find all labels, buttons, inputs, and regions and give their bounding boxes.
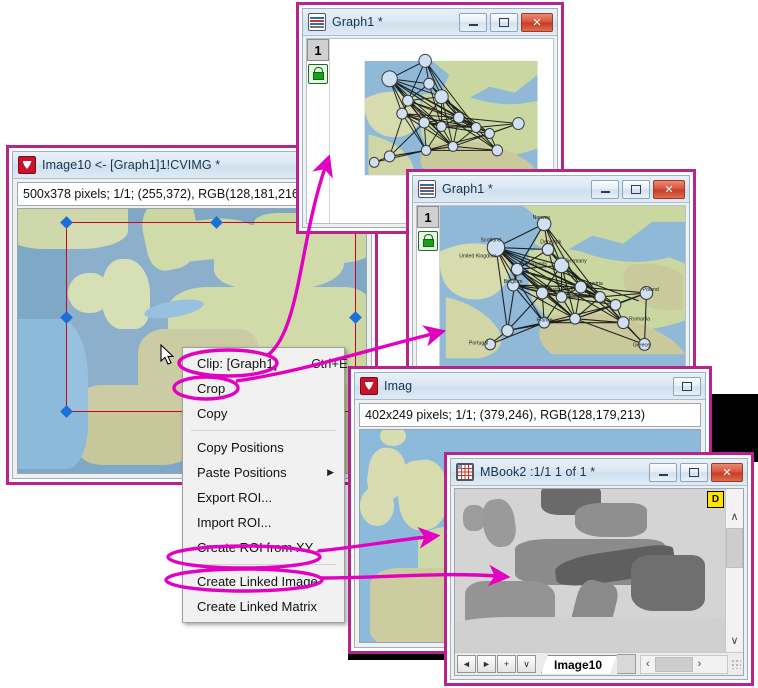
menu-item-label: Export ROI... xyxy=(197,490,272,505)
window-title: MBook2 :1/1 1 of 1 * xyxy=(480,465,595,479)
svg-text:Scotland: Scotland xyxy=(481,238,501,244)
minimize-button[interactable] xyxy=(649,463,677,482)
layer-tab[interactable]: 1 xyxy=(417,206,439,228)
status-bar-image-cropped: 402x249 pixels; 1/1; (379,246), RGB(128,… xyxy=(359,403,701,427)
menu-item-label: Create Linked Matrix xyxy=(197,599,317,614)
svg-text:Poland: Poland xyxy=(643,287,659,293)
maximize-button[interactable] xyxy=(673,377,701,396)
menu-item-copy[interactable]: Copy xyxy=(183,401,344,426)
svg-text:France: France xyxy=(536,318,552,324)
maximize-button[interactable] xyxy=(622,180,650,199)
svg-text:United Kingdom: United Kingdom xyxy=(459,253,497,259)
nav-prev-button[interactable]: ◄ xyxy=(457,655,476,673)
image-window-icon xyxy=(360,377,378,395)
titlebar-graph1-front[interactable]: Graph1 * ✕ xyxy=(413,176,689,203)
menu-item-label: Copy xyxy=(197,406,227,421)
image-window-icon xyxy=(18,156,36,174)
maximize-button[interactable] xyxy=(490,13,518,32)
svg-text:Portugal: Portugal xyxy=(469,340,488,346)
menu-item-label: Clip: [Graph1] xyxy=(197,356,277,371)
graph-canvas-front[interactable]: Norway Scotland United Kingdom Denmark Net… xyxy=(440,206,685,380)
window-mbook2[interactable]: MBook2 :1/1 1 of 1 * ✕ xyxy=(444,452,754,686)
menu-item-label: Copy Positions xyxy=(197,440,284,455)
resize-grip[interactable] xyxy=(731,659,741,669)
titlebar-image-cropped[interactable]: Imag xyxy=(355,373,705,400)
close-button[interactable]: ✕ xyxy=(521,13,553,32)
window-title: Imag xyxy=(384,379,412,393)
matrix-image-preview[interactable]: D xyxy=(455,489,725,652)
sheet-tab-image10[interactable]: Image10 xyxy=(541,655,617,674)
scroll-down-icon[interactable]: ∨ xyxy=(730,633,738,650)
tab-strip-empty xyxy=(617,654,636,674)
menu-item-copy-positions[interactable]: Copy Positions xyxy=(183,435,344,460)
menu-item-crop[interactable]: Crop xyxy=(183,376,344,401)
titlebar-graph1-back[interactable]: Graph1 * ✕ xyxy=(303,9,557,36)
svg-text:Netherlands: Netherlands xyxy=(519,261,547,267)
menu-item-paste-positions[interactable]: Paste Positions ▶ xyxy=(183,460,344,485)
vscroll-thumb[interactable] xyxy=(726,528,743,568)
layer-tab[interactable]: 1 xyxy=(307,39,329,61)
horizontal-scrollbar[interactable]: ‹ › xyxy=(640,655,728,674)
scroll-right-icon[interactable]: › xyxy=(693,658,707,670)
minimize-button[interactable] xyxy=(459,13,487,32)
menu-item-label: Crop xyxy=(197,381,225,396)
svg-text:Romania: Romania xyxy=(629,317,650,323)
grayscale-map-graphic xyxy=(455,489,725,652)
graph-window-icon xyxy=(418,180,436,198)
mouse-pointer xyxy=(160,344,176,366)
svg-text:Austria: Austria xyxy=(587,281,603,287)
svg-text:Norway: Norway xyxy=(533,215,551,221)
window-title: Graph1 * xyxy=(332,15,383,29)
menu-separator xyxy=(191,430,336,431)
svg-text:Switzerland: Switzerland xyxy=(548,287,575,293)
vertical-scrollbar[interactable]: ∧ ∨ xyxy=(725,489,743,652)
menu-item-clip-graph1[interactable]: Clip: [Graph1] Ctrl+E xyxy=(183,351,344,376)
graph-window-icon xyxy=(308,13,326,31)
nav-add-button[interactable]: + xyxy=(497,655,516,673)
nav-next-button[interactable]: ► xyxy=(477,655,496,673)
submenu-arrow-icon: ▶ xyxy=(297,467,334,478)
window-title: Graph1 * xyxy=(442,182,493,196)
menu-item-create-linked-matrix[interactable]: Create Linked Matrix xyxy=(183,594,344,619)
matrix-data-mode-button[interactable]: D xyxy=(707,491,724,508)
svg-text:Belgium: Belgium xyxy=(504,279,523,285)
menu-item-create-linked-image[interactable]: Create Linked Image xyxy=(183,569,344,594)
svg-text:Denmark: Denmark xyxy=(540,240,561,246)
menu-item-shortcut: Ctrl+E xyxy=(277,356,347,371)
mbook-footer[interactable]: ◄ ► + ∨ Image10 ‹ › xyxy=(455,652,743,675)
menu-item-label: Paste Positions xyxy=(197,465,287,480)
scroll-up-icon[interactable]: ∧ xyxy=(730,509,738,526)
lock-icon[interactable] xyxy=(308,64,328,84)
maximize-button[interactable] xyxy=(680,463,708,482)
menu-item-export-roi[interactable]: Export ROI... xyxy=(183,485,344,510)
context-menu[interactable]: Clip: [Graph1] Ctrl+E Crop Copy Copy Pos… xyxy=(182,347,345,623)
menu-separator xyxy=(191,564,336,565)
matrix-book-icon xyxy=(456,463,474,481)
hscroll-thumb[interactable] xyxy=(655,657,693,672)
window-title: Image10 <- [Graph1]1!CVIMG * xyxy=(42,158,220,172)
network-graph-front: Norway Scotland United Kingdom Denmark Net… xyxy=(440,206,685,380)
svg-text:Greece: Greece xyxy=(633,342,650,348)
close-button[interactable]: ✕ xyxy=(711,463,743,482)
lock-icon[interactable] xyxy=(418,231,438,251)
titlebar-mbook2[interactable]: MBook2 :1/1 1 of 1 * ✕ xyxy=(451,459,747,486)
svg-text:Germany: Germany xyxy=(565,258,587,264)
menu-item-label: Import ROI... xyxy=(197,515,271,530)
menu-item-import-roi[interactable]: Import ROI... xyxy=(183,510,344,535)
close-button[interactable]: ✕ xyxy=(653,180,685,199)
window-graph1-front[interactable]: Graph1 * ✕ 1 xyxy=(406,169,696,391)
menu-item-create-roi-from-xy[interactable]: Create ROI from XY... xyxy=(183,535,344,560)
layer-column[interactable]: 1 xyxy=(417,206,440,380)
scroll-left-icon[interactable]: ‹ xyxy=(641,658,655,670)
minimize-button[interactable] xyxy=(591,180,619,199)
nav-menu-button[interactable]: ∨ xyxy=(517,655,536,673)
menu-item-label: Create Linked Image xyxy=(197,574,318,589)
layer-column[interactable]: 1 xyxy=(307,39,330,223)
menu-item-label: Create ROI from XY... xyxy=(197,540,322,555)
